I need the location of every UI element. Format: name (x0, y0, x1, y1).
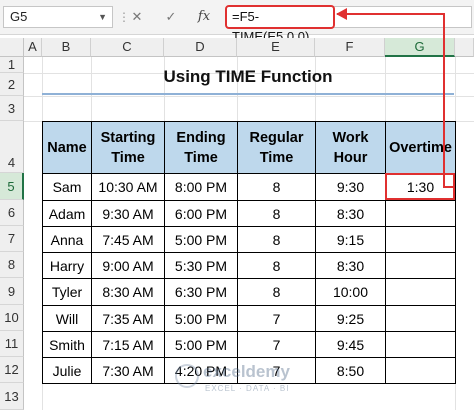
cell-name[interactable]: Sam (42, 173, 92, 201)
check-icon[interactable]: ✓ (160, 6, 182, 28)
cell-overtime[interactable] (385, 200, 456, 227)
header-work-hour[interactable]: Work Hour (315, 121, 386, 174)
cell-ending-time[interactable]: 6:00 PM (164, 200, 238, 227)
row-header-4[interactable]: 4 (0, 121, 24, 173)
cell-ending-time[interactable]: 5:00 PM (164, 331, 238, 358)
cell-overtime[interactable] (385, 305, 456, 332)
annotation-arrow (443, 186, 455, 188)
column-header-extra[interactable] (455, 38, 474, 57)
column-header-b[interactable]: B (42, 38, 91, 57)
column-header-c[interactable]: C (91, 38, 164, 57)
header-regular-time[interactable]: Regular Time (237, 121, 316, 174)
annotation-arrow (337, 13, 445, 15)
table-row: Smith 7:15 AM 5:00 PM 7 9:45 (42, 331, 456, 358)
cell-overtime[interactable] (385, 357, 456, 384)
cell-regular-time[interactable]: 8 (237, 278, 316, 306)
cell-starting-time[interactable]: 10:30 AM (91, 173, 165, 201)
cell-work-hour[interactable]: 9:45 (315, 331, 386, 358)
cell-name[interactable]: Tyler (42, 278, 92, 306)
cell-ending-time[interactable]: 5:30 PM (164, 252, 238, 279)
formula-text[interactable]: =F5-TIME(E5,0,0) (225, 5, 335, 44)
row-header-4-label: 4 (7, 155, 16, 170)
cell-starting-time[interactable]: 7:35 AM (91, 305, 165, 332)
cell-overtime[interactable] (385, 252, 456, 279)
watermark-name: exceldemy (203, 362, 290, 381)
cell-ending-time[interactable]: 5:00 PM (164, 226, 238, 253)
annotation-arrow (443, 13, 445, 188)
exceldemy-logo-icon (175, 364, 199, 388)
row-header-2[interactable]: 2 (0, 73, 24, 96)
cell-starting-time[interactable]: 8:30 AM (91, 278, 165, 306)
column-header-d[interactable]: D (164, 38, 237, 57)
row-header-5[interactable]: 5 (0, 173, 24, 200)
watermark: exceldemy EXCEL · DATA · BI (175, 360, 335, 400)
watermark-tagline: EXCEL · DATA · BI (205, 384, 290, 393)
column-header-e[interactable]: E (237, 38, 315, 57)
name-box[interactable]: G5 ▼ (3, 6, 113, 28)
row-header-11[interactable]: 11 (0, 331, 24, 357)
cell-regular-time[interactable]: 8 (237, 200, 316, 227)
table-row: Will 7:35 AM 5:00 PM 7 9:25 (42, 305, 456, 332)
table-row: Anna 7:45 AM 5:00 PM 8 9:15 (42, 226, 456, 253)
cell-name[interactable]: Julie (42, 357, 92, 384)
cell-name[interactable]: Will (42, 305, 92, 332)
select-all-corner[interactable] (0, 38, 24, 57)
cell-overtime[interactable] (385, 278, 456, 306)
header-starting-time[interactable]: Starting Time (91, 121, 165, 174)
cell-regular-time[interactable]: 8 (237, 226, 316, 253)
cell-starting-time[interactable]: 9:30 AM (91, 200, 165, 227)
cell-work-hour[interactable]: 9:25 (315, 305, 386, 332)
table-row: Tyler 8:30 AM 6:30 PM 8 10:00 (42, 278, 456, 306)
name-box-value: G5 (10, 9, 28, 24)
cell-regular-time[interactable]: 8 (237, 252, 316, 279)
cell-work-hour[interactable]: 10:00 (315, 278, 386, 306)
row-header-1[interactable]: 1 (0, 57, 24, 73)
cell-regular-time[interactable]: 7 (237, 305, 316, 332)
cell-starting-time[interactable]: 7:30 AM (91, 357, 165, 384)
cell-regular-time[interactable]: 7 (237, 331, 316, 358)
row-header-7[interactable]: 7 (0, 226, 24, 252)
cell-overtime[interactable] (385, 226, 456, 253)
cell-ending-time[interactable]: 8:00 PM (164, 173, 238, 201)
cell-name[interactable]: Adam (42, 200, 92, 227)
cell-starting-time[interactable]: 7:15 AM (91, 331, 165, 358)
cell-overtime[interactable] (385, 331, 456, 358)
cell-name[interactable]: Smith (42, 331, 92, 358)
cell-name[interactable]: Anna (42, 226, 92, 253)
row-header-8[interactable]: 8 (0, 252, 24, 278)
cell-ending-time[interactable]: 6:30 PM (164, 278, 238, 306)
column-header-f[interactable]: F (315, 38, 385, 57)
column-header-a[interactable]: A (24, 38, 42, 57)
cell-name[interactable]: Harry (42, 252, 92, 279)
row-header-6[interactable]: 6 (0, 200, 24, 226)
sheet-title: Using TIME Function (163, 67, 333, 86)
row-header-12[interactable]: 12 (0, 357, 24, 383)
title-underline (42, 93, 454, 95)
cell-work-hour[interactable]: 8:30 (315, 252, 386, 279)
row-header-13[interactable]: 13 (0, 383, 24, 410)
table-row: Adam 9:30 AM 6:00 PM 8 8:30 (42, 200, 456, 227)
header-name[interactable]: Name (42, 121, 92, 174)
row-header-9[interactable]: 9 (0, 278, 24, 305)
table-row: Harry 9:00 AM 5:30 PM 8 8:30 (42, 252, 456, 279)
cell-ending-time[interactable]: 5:00 PM (164, 305, 238, 332)
function-icon[interactable]: fx (193, 6, 215, 28)
cell-work-hour[interactable]: 8:30 (315, 200, 386, 227)
cell-work-hour[interactable]: 9:30 (315, 173, 386, 201)
header-ending-time[interactable]: Ending Time (164, 121, 238, 174)
cell-regular-time[interactable]: 8 (237, 173, 316, 201)
gridline (24, 96, 474, 97)
formula-bar: G5 ▼ ⋮ ✕ ✓ fx =F5-TIME(E5,0,0) (0, 0, 474, 44)
cell-starting-time[interactable]: 7:45 AM (91, 226, 165, 253)
header-overtime[interactable]: Overtime (385, 121, 456, 174)
cell-work-hour[interactable]: 9:15 (315, 226, 386, 253)
row-header-10[interactable]: 10 (0, 305, 24, 331)
cell-starting-time[interactable]: 9:00 AM (91, 252, 165, 279)
chevron-down-icon[interactable]: ▼ (98, 7, 107, 27)
table-header-row: Name Starting Time Ending Time Regular T… (42, 121, 456, 174)
data-table: Name Starting Time Ending Time Regular T… (42, 121, 456, 384)
row-header-3[interactable]: 3 (0, 96, 24, 121)
close-icon[interactable]: ✕ (126, 6, 148, 28)
